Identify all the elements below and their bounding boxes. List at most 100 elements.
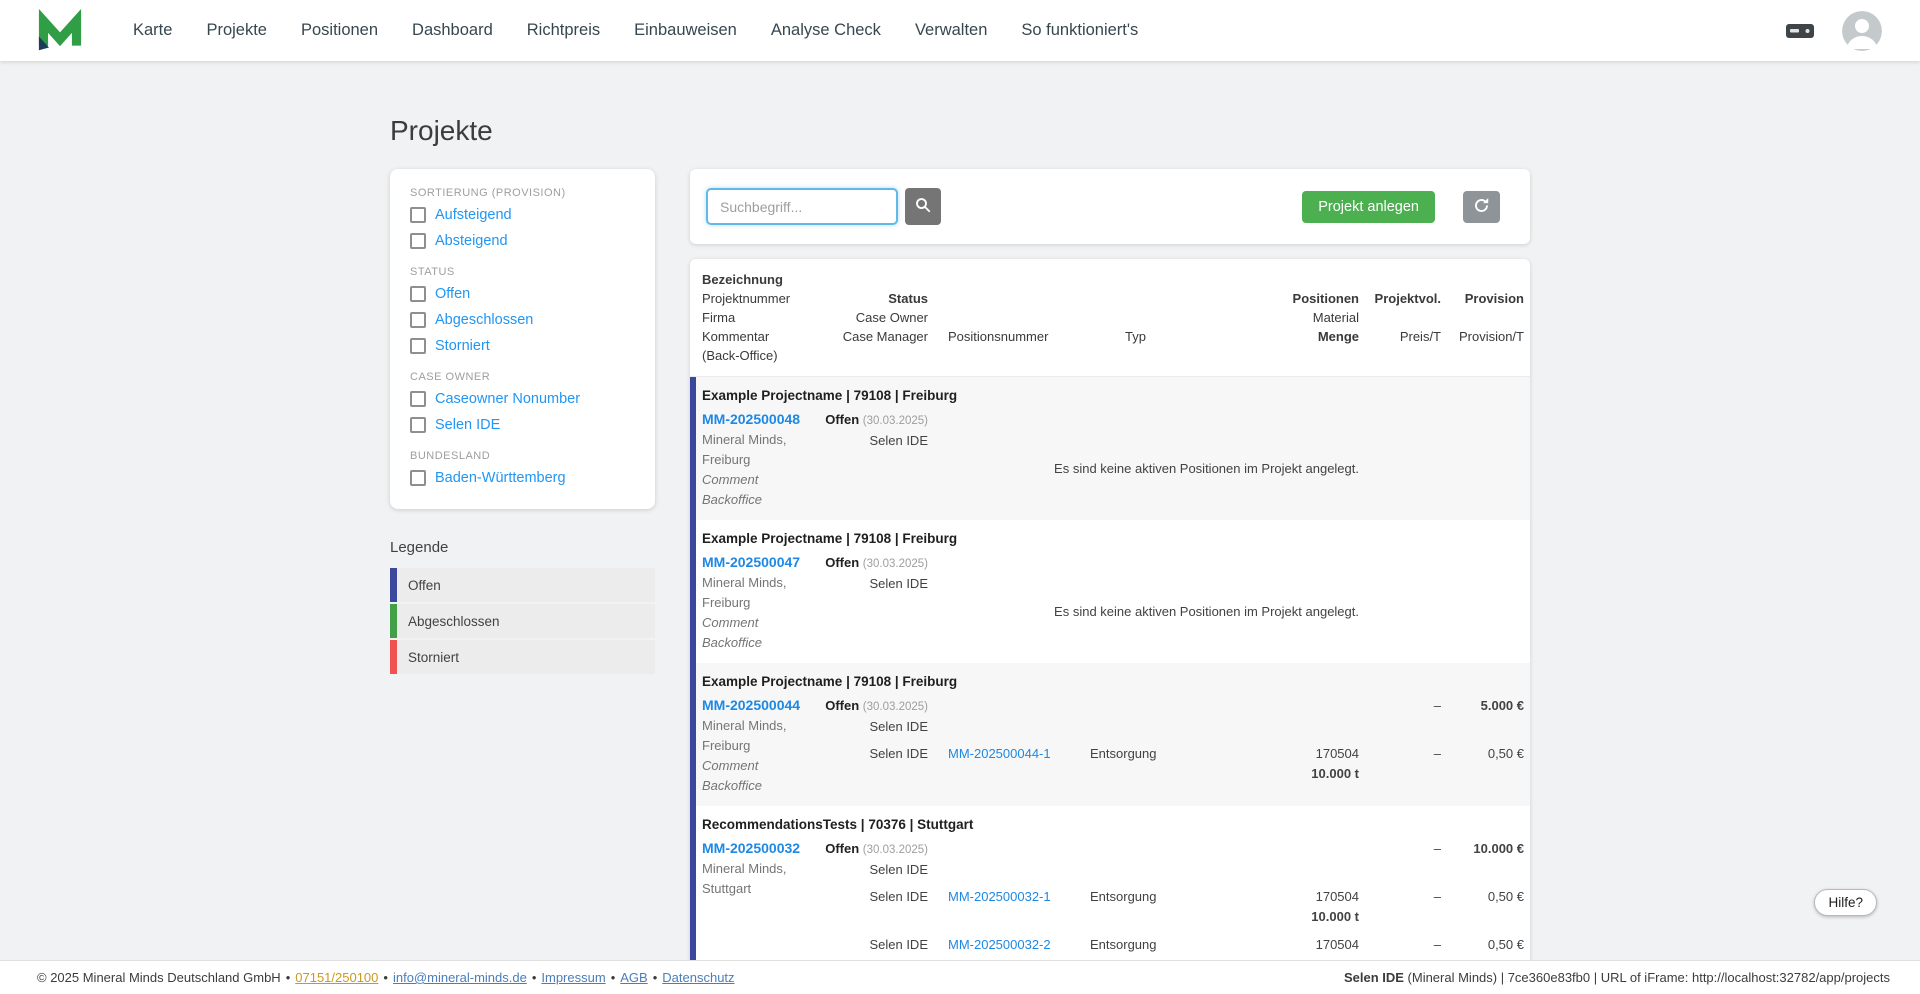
checkbox-icon[interactable] — [410, 286, 426, 302]
user-avatar-icon[interactable] — [1842, 10, 1882, 51]
checkbox-icon[interactable] — [410, 417, 426, 433]
filter-section-title: SORTIERUNG (PROVISION) — [410, 187, 566, 199]
refresh-icon — [1472, 196, 1491, 218]
filter-option-baden-wuerttemberg[interactable]: Baden-Württemberg — [410, 465, 635, 491]
legend: Offen Abgeschlossen Storniert — [390, 568, 655, 674]
projektvol-value: – — [1433, 698, 1441, 713]
nav-item-einbauweisen[interactable]: Einbauweisen — [617, 21, 754, 40]
checkbox-icon[interactable] — [410, 207, 426, 223]
nav-item-projekte[interactable]: Projekte — [189, 21, 284, 40]
header-provision: Provision Provision/T — [1458, 291, 1524, 344]
project-title: Example Projectname | 79108 | Freiburg — [702, 388, 958, 403]
position-row: Selen IDE MM-202500044-1 Entsorgung 1705… — [812, 744, 1524, 784]
footer: © 2025 Mineral Minds Deutschland GmbH 071… — [0, 960, 1920, 994]
help-button[interactable]: Hilfe? — [1814, 889, 1877, 916]
filter-option-aufsteigend[interactable]: Aufsteigend — [410, 202, 635, 228]
nav-item-positionen[interactable]: Positionen — [284, 21, 395, 40]
checkbox-icon[interactable] — [410, 470, 426, 486]
case-owner: Selen IDE — [869, 862, 928, 877]
device-icon[interactable] — [1784, 18, 1816, 44]
project-info-cell: MM-202500044 Mineral Minds, Freiburg Com… — [702, 695, 812, 796]
header-status: Status Case Owner Case Manager — [842, 291, 928, 344]
filter-label: Aufsteigend — [435, 207, 512, 223]
filter-panel: SORTIERUNG (PROVISION) Aufsteigend Abste… — [390, 169, 655, 509]
table-header: Bezeichnung Projektnummer Firma Kommenta… — [690, 259, 1530, 377]
project-title: Example Projectname | 79108 | Freiburg — [702, 531, 958, 546]
filter-label: Baden-Württemberg — [435, 470, 566, 486]
filter-option-storniert[interactable]: Storniert — [410, 333, 635, 359]
nav-item-richtpreis[interactable]: Richtpreis — [510, 21, 617, 40]
filter-label: Absteigend — [435, 233, 508, 249]
position-number-link[interactable]: MM-202500032-1 — [948, 889, 1051, 904]
checkbox-icon[interactable] — [410, 338, 426, 354]
datenschutz-link[interactable]: Datenschutz — [662, 970, 734, 985]
checkbox-icon[interactable] — [410, 233, 426, 249]
case-owner: Selen IDE — [869, 576, 928, 591]
position-typ: Entsorgung — [1090, 746, 1157, 761]
provision-value: 5.000 € — [1480, 698, 1524, 713]
legend-color-bar — [390, 640, 397, 674]
impressum-link[interactable]: Impressum — [541, 970, 605, 985]
table-body: Example Projectname | 79108 | Freiburg M… — [690, 377, 1530, 985]
nav-item-dashboard[interactable]: Dashboard — [395, 21, 510, 40]
legend-label: Abgeschlossen — [408, 613, 500, 629]
project-number-link[interactable]: MM-202500032 — [702, 838, 812, 859]
project-row: Example Projectname | 79108 | Freiburg M… — [690, 377, 1530, 520]
position-number-link[interactable]: MM-202500044-1 — [948, 746, 1051, 761]
filter-label: Caseowner Nonumber — [435, 391, 581, 407]
checkbox-icon[interactable] — [410, 312, 426, 328]
legend-label: Offen — [408, 577, 441, 593]
case-owner: Selen IDE — [869, 719, 928, 734]
phone-link[interactable]: 07151/250100 — [295, 970, 378, 985]
email-link[interactable]: info@mineral-minds.de — [393, 970, 527, 985]
filter-option-absteigend[interactable]: Absteigend — [410, 228, 635, 254]
project-comment: Comment — [702, 758, 759, 773]
agb-link[interactable]: AGB — [620, 970, 647, 985]
position-number-link[interactable]: MM-202500032-2 — [948, 937, 1051, 952]
search-button[interactable] — [905, 188, 941, 225]
filter-label: Abgeschlossen — [435, 312, 534, 328]
refresh-button[interactable] — [1463, 190, 1500, 223]
table-toolbar: Projekt anlegen — [690, 169, 1530, 244]
status-cell: Offen (30.03.2025) Selen IDE — [812, 838, 928, 879]
session-user: Selen IDE — [1343, 970, 1404, 985]
legend-item-storniert: Storniert — [390, 640, 655, 674]
filter-option-caseowner-nonumber[interactable]: Caseowner Nonumber — [410, 386, 635, 412]
project-comment-backoffice: Backoffice — [702, 635, 762, 650]
project-company: Mineral Minds, — [702, 861, 787, 876]
filter-option-abgeschlossen[interactable]: Abgeschlossen — [410, 307, 635, 333]
search-input[interactable] — [706, 188, 898, 225]
create-project-button[interactable]: Projekt anlegen — [1302, 190, 1435, 223]
header-projektvol: Projektvol. Preis/T — [1374, 291, 1441, 344]
copyright-text: © 2025 Mineral Minds Deutschland GmbH — [37, 970, 281, 985]
nav-item-so-funktionierts[interactable]: So funktioniert's — [1004, 21, 1155, 40]
project-company: Mineral Minds, — [702, 575, 787, 590]
project-comment-backoffice: Backoffice — [702, 778, 762, 793]
nav-item-karte[interactable]: Karte — [116, 21, 189, 40]
filter-option-selen-ide[interactable]: Selen IDE — [410, 412, 635, 438]
legend-color-bar — [390, 568, 397, 602]
project-company-city: Freiburg — [702, 452, 751, 467]
legend-color-bar — [390, 604, 397, 638]
position-provision: 0,50 € — [1487, 889, 1524, 904]
nav-item-verwalten[interactable]: Verwalten — [898, 21, 1004, 40]
project-number-link[interactable]: MM-202500048 — [702, 409, 812, 430]
project-number-link[interactable]: MM-202500047 — [702, 552, 812, 573]
checkbox-icon[interactable] — [410, 391, 426, 407]
legend-item-offen: Offen — [390, 568, 655, 602]
nav-menu: Karte Projekte Positionen Dashboard Rich… — [116, 21, 1155, 40]
status-cell: Offen (30.03.2025) Selen IDE — [812, 552, 928, 593]
page-title: Projekte — [390, 115, 493, 146]
case-manager: Selen IDE — [869, 746, 928, 761]
status-cell: Offen (30.03.2025) Selen IDE — [812, 409, 928, 450]
filter-option-offen[interactable]: Offen — [410, 281, 635, 307]
project-company: Mineral Minds, — [702, 432, 787, 447]
position-preis: – — [1433, 889, 1441, 904]
status-cell: Offen (30.03.2025) Selen IDE — [812, 695, 928, 736]
project-row: Example Projectname | 79108 | Freiburg M… — [690, 520, 1530, 663]
position-material-menge: 170504 10.000 t — [1311, 746, 1359, 781]
header-bezeichnung: Bezeichnung Projektnummer Firma Kommenta… — [702, 272, 791, 363]
nav-item-analyse-check[interactable]: Analyse Check — [754, 21, 898, 40]
project-number-link[interactable]: MM-202500044 — [702, 695, 812, 716]
mineral-minds-logo[interactable] — [38, 8, 82, 53]
